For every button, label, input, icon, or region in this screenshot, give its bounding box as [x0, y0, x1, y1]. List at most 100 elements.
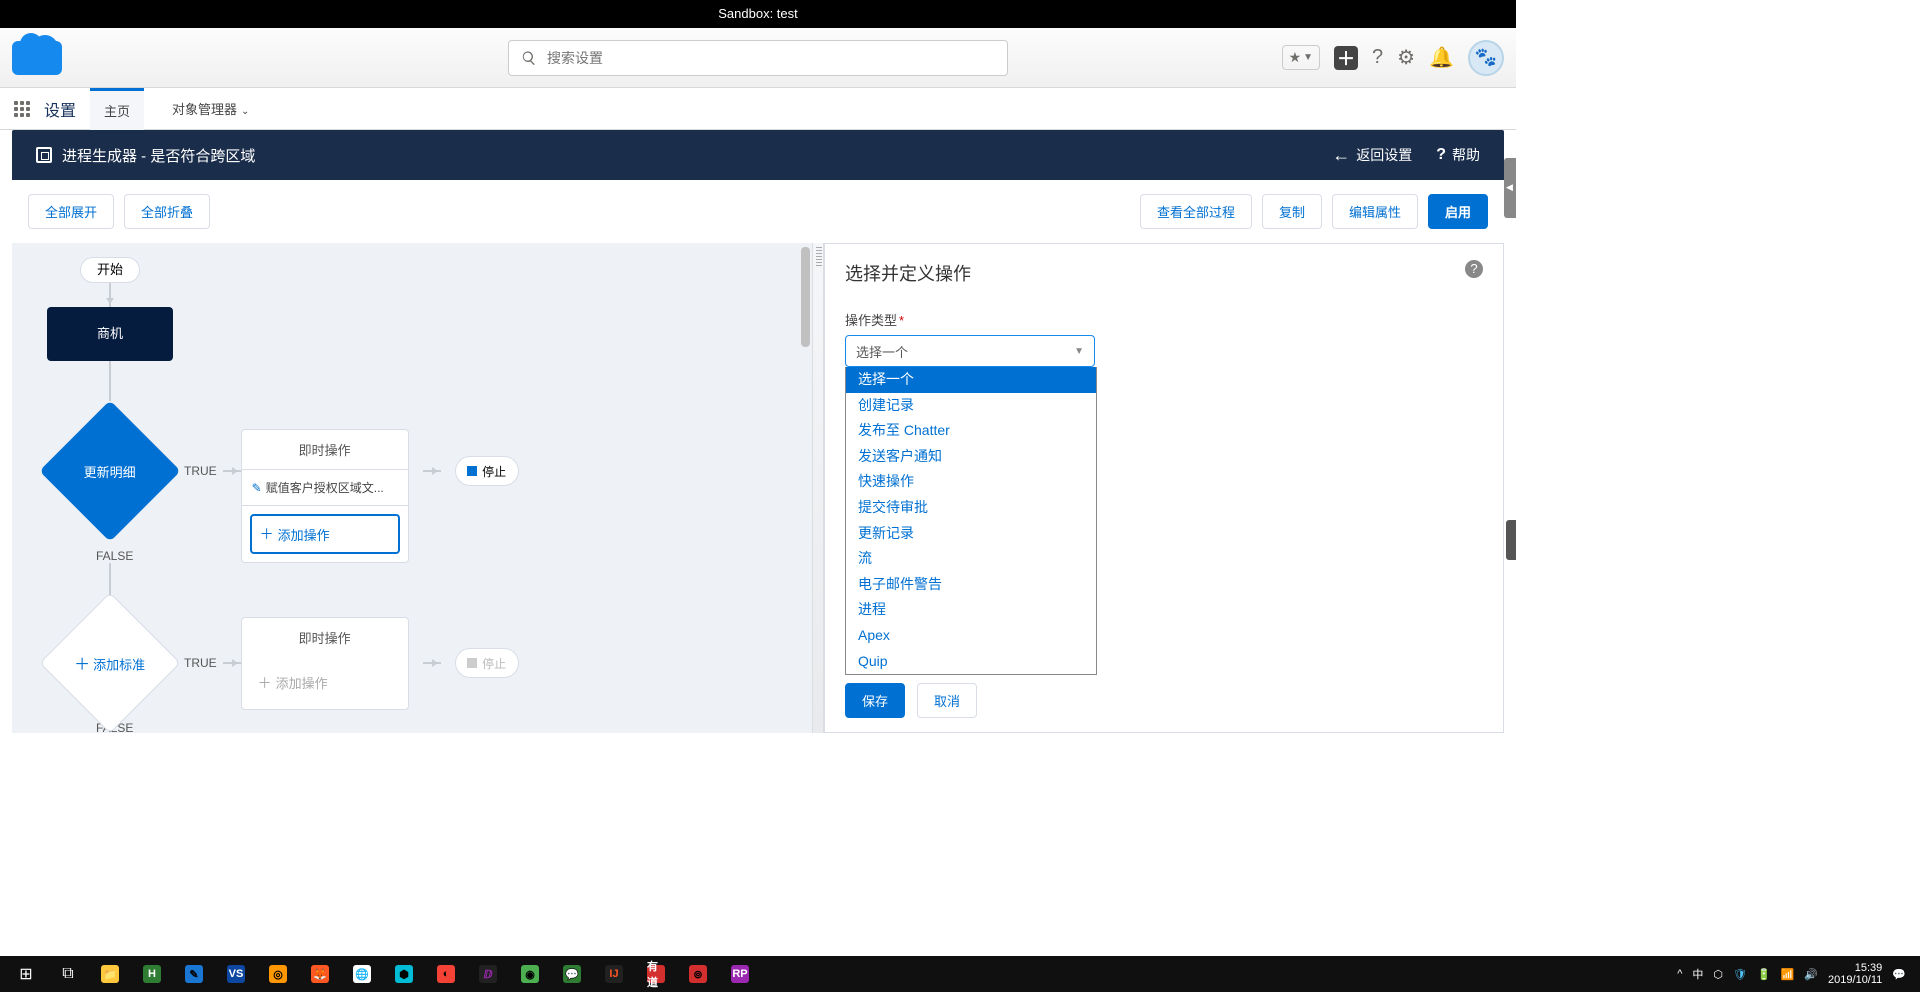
taskbar-app[interactable]: ◎	[258, 959, 298, 989]
tray-ime-icon[interactable]: 中	[1692, 966, 1703, 982]
stop-icon	[467, 658, 477, 668]
stop-node-1[interactable]: 停止	[455, 456, 519, 486]
taskbar-app[interactable]: ⬢	[384, 959, 424, 989]
sandbox-bar: Sandbox: test	[0, 0, 1516, 28]
process-canvas[interactable]: 开始 商机 更新明细 TRUE 即时操作 ✎赋值客户授权区域文... ＋添加操作…	[12, 243, 812, 733]
back-to-setup-link[interactable]: ←返回设置	[1332, 145, 1412, 166]
global-search[interactable]	[508, 40, 1008, 76]
axure-icon[interactable]: RP	[720, 959, 760, 989]
header-utilities: ★▼ ＋ ? ⚙ 🔔 🐾	[1282, 40, 1504, 76]
file-explorer-icon[interactable]: 📁	[90, 959, 130, 989]
dropdown-option[interactable]: 流	[846, 546, 1096, 572]
side-handle[interactable]	[1506, 520, 1516, 560]
canvas-scrollbar[interactable]	[801, 247, 810, 347]
user-avatar[interactable]: 🐾	[1468, 40, 1504, 76]
search-icon	[521, 50, 537, 66]
tray-wifi-icon[interactable]: 📶	[1781, 968, 1795, 981]
dropdown-option[interactable]: 快速操作	[846, 469, 1096, 495]
start-node: 开始	[80, 257, 140, 283]
edit-properties-button[interactable]: 编辑属性	[1332, 194, 1418, 229]
dropdown-option[interactable]: 进程	[846, 597, 1096, 623]
true-label: TRUE	[184, 656, 217, 670]
toolbar: 全部展开 全部折叠 查看全部过程 复制 编辑属性 启用	[0, 180, 1516, 243]
add-action-button[interactable]: ＋添加操作	[250, 514, 400, 554]
global-actions-button[interactable]: ＋	[1334, 46, 1358, 70]
tray-chevron-up-icon[interactable]: ^	[1677, 968, 1682, 980]
tab-object-manager[interactable]: 对象管理器⌄	[158, 89, 263, 128]
dropdown-option[interactable]: 选择一个	[846, 367, 1096, 393]
app-launcher-icon[interactable]	[14, 101, 30, 117]
system-tray: ^ 中 ⬡ 🛡 🔋 📶 🔊 15:39 2019/10/11 💬	[1677, 962, 1914, 986]
windows-taskbar: ⊞ ⧉ 📁 H ✎ VS ◎ 🦊 🌐 ⬢ ◐ ⅅ ◉ 💬 IJ 有道 ⊚ RP …	[0, 956, 1920, 992]
dropdown-option[interactable]: Quip	[846, 649, 1096, 675]
add-criteria-node[interactable]: ＋添加标准	[39, 592, 180, 733]
criteria-node-1[interactable]: 更新明细	[39, 400, 180, 541]
select-value: 选择一个	[856, 342, 908, 361]
false-label: FALSE	[96, 721, 519, 733]
start-menu-icon[interactable]: ⊞	[6, 959, 46, 989]
wechat-icon[interactable]: 💬	[552, 959, 592, 989]
app-name: 设置	[44, 97, 76, 121]
search-input[interactable]	[547, 50, 995, 66]
action-item[interactable]: ✎赋值客户授权区域文...	[242, 470, 408, 506]
connector	[423, 470, 441, 472]
panel-expand-handle[interactable]	[1504, 158, 1516, 218]
true-label: TRUE	[184, 464, 217, 478]
clone-button[interactable]: 复制	[1262, 194, 1322, 229]
task-view-icon[interactable]: ⧉	[48, 959, 88, 989]
cancel-button[interactable]: 取消	[917, 683, 977, 718]
expand-all-button[interactable]: 全部展开	[28, 194, 114, 229]
help-icon[interactable]: ?	[1372, 46, 1383, 69]
connector	[109, 361, 111, 401]
taskbar-app[interactable]: ⊚	[678, 959, 718, 989]
tab-home[interactable]: 主页	[90, 88, 144, 130]
system-clock[interactable]: 15:39 2019/10/11	[1828, 962, 1882, 986]
view-all-processes-button[interactable]: 查看全部过程	[1140, 194, 1252, 229]
properties-panel: 选择并定义操作 ? 操作类型* 选择一个 ▼ 选择一个 创建记录 发布至 Cha…	[824, 243, 1504, 733]
dropdown-option[interactable]: Apex	[846, 623, 1096, 649]
splitter-handle[interactable]	[812, 243, 824, 733]
tray-icon[interactable]: ⬡	[1713, 968, 1723, 981]
object-node[interactable]: 商机	[47, 307, 173, 361]
salesforce-logo[interactable]	[12, 41, 62, 75]
tray-battery-icon[interactable]: 🔋	[1757, 968, 1771, 981]
dropdown-option[interactable]: 创建记录	[846, 393, 1096, 419]
chrome-icon[interactable]: 🌐	[342, 959, 382, 989]
dropdown-option[interactable]: 更新记录	[846, 521, 1096, 547]
favorites-button[interactable]: ★▼	[1282, 45, 1320, 70]
taskbar-app[interactable]: ◐	[426, 959, 466, 989]
collapse-all-button[interactable]: 全部折叠	[124, 194, 210, 229]
taskbar-app[interactable]: ✎	[174, 959, 214, 989]
workspace: 开始 商机 更新明细 TRUE 即时操作 ✎赋值客户授权区域文... ＋添加操作…	[12, 243, 1504, 733]
arrow-left-icon: ←	[1332, 145, 1350, 166]
page-title: 进程生成器 - 是否符合跨区域	[62, 145, 255, 166]
pencil-icon: ✎	[252, 481, 262, 495]
intellij-icon[interactable]: IJ	[594, 959, 634, 989]
tray-shield-icon[interactable]: 🛡	[1733, 968, 1747, 981]
watermark: https://blog.csdn.net/Mrs_chens	[1331, 704, 1500, 718]
notification-center-icon[interactable]: 💬	[1892, 968, 1906, 981]
dropdown-option[interactable]: 发布至 Chatter	[846, 418, 1096, 444]
gear-icon[interactable]: ⚙	[1397, 45, 1415, 70]
panel-help-icon[interactable]: ?	[1465, 260, 1483, 278]
activate-button[interactable]: 启用	[1428, 194, 1488, 229]
firefox-icon[interactable]: 🦊	[300, 959, 340, 989]
dropdown-option[interactable]: 发送客户通知	[846, 444, 1096, 470]
youdao-icon[interactable]: 有道	[636, 959, 676, 989]
taskbar-app[interactable]: ⅅ	[468, 959, 508, 989]
help-link[interactable]: ?帮助	[1436, 145, 1480, 165]
dropdown-option[interactable]: 电子邮件警告	[846, 572, 1096, 598]
panel-title: 选择并定义操作	[845, 260, 971, 286]
taskbar-app[interactable]: ◉	[510, 959, 550, 989]
tray-volume-icon[interactable]: 🔊	[1804, 968, 1818, 981]
taskbar-app[interactable]: VS	[216, 959, 256, 989]
plus-icon: ＋	[258, 673, 272, 693]
notification-bell-icon[interactable]: 🔔	[1429, 45, 1454, 70]
taskbar-app[interactable]: H	[132, 959, 172, 989]
plus-icon: ＋	[74, 657, 90, 674]
add-action-disabled: ＋添加操作	[250, 665, 400, 701]
dropdown-option[interactable]: 提交待审批	[846, 495, 1096, 521]
save-button[interactable]: 保存	[845, 683, 905, 718]
action-type-select[interactable]: 选择一个 ▼ 选择一个 创建记录 发布至 Chatter 发送客户通知 快速操作…	[845, 335, 1095, 367]
page-header: 进程生成器 - 是否符合跨区域 ←返回设置 ?帮助	[12, 130, 1504, 180]
